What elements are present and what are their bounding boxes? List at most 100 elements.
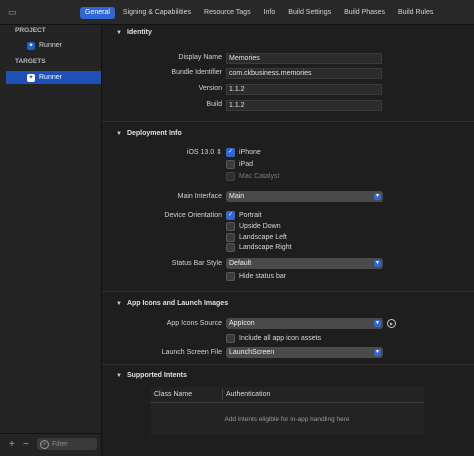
empty-table-message: Add intents eligible for in-app handling… (224, 416, 350, 423)
chevron-down-icon[interactable]: ▼ (116, 301, 122, 307)
intents-table[interactable]: Class Name Authentication Add intents el… (150, 387, 424, 435)
checkbox-label: Upside Down (239, 222, 281, 230)
checkbox-box[interactable] (226, 221, 235, 231)
identity-section-header[interactable]: ▼ Identity (116, 29, 152, 36)
toolbar: ▭ General Signing & Capabilities Resourc… (0, 0, 474, 25)
sidebar-toggle-icon[interactable]: ▭ (8, 7, 18, 17)
device-iphone-checkbox[interactable]: ✓ iPhone (226, 147, 261, 157)
tab-build-settings[interactable]: Build Settings (283, 7, 336, 19)
chevron-down-icon: ▼ (374, 349, 381, 356)
checkbox-box[interactable] (226, 232, 235, 242)
filter-icon: ≡ (40, 439, 49, 449)
checkbox-label: Portrait (239, 211, 262, 219)
xcode-project-icon: ✦ (27, 41, 35, 50)
column-separator (222, 389, 223, 400)
go-to-asset-icon[interactable]: ▶ (387, 319, 396, 328)
sidebar-item-target-runner[interactable]: ✦ Runner (6, 71, 101, 84)
popup-value: Default (229, 260, 252, 267)
tab-build-rules[interactable]: Build Rules (393, 7, 438, 19)
tab-general[interactable]: General (80, 7, 115, 19)
version-field[interactable]: 1.1.2 (226, 84, 382, 95)
column-header-authentication[interactable]: Authentication (226, 391, 270, 398)
device-mac-catalyst-checkbox: Mac Catalyst (226, 171, 279, 181)
stepper-arrows-icon: ⇕ (216, 149, 222, 156)
sidebar-item-project-runner[interactable]: ✦ Runner (6, 39, 101, 52)
tab-signing-capabilities[interactable]: Signing & Capabilities (118, 7, 196, 19)
app-target-icon: ✦ (27, 73, 35, 82)
chevron-down-icon[interactable]: ▼ (116, 373, 122, 379)
sidebar-item-label: Runner (39, 74, 62, 81)
orientation-landscape-right-checkbox[interactable]: Landscape Right (226, 242, 292, 252)
status-bar-style-popup[interactable]: Default ▼ (226, 258, 383, 269)
chevron-down-icon[interactable]: ▼ (116, 30, 122, 36)
checkbox-label: Mac Catalyst (239, 172, 280, 180)
include-all-icons-checkbox[interactable]: Include all app icon assets (226, 333, 321, 343)
checkbox-box[interactable] (226, 242, 235, 252)
chevron-down-icon: ▼ (374, 320, 381, 327)
orientation-upside-down-checkbox[interactable]: Upside Down (226, 221, 281, 231)
targets-header: TARGETS (15, 58, 46, 65)
checkbox-label: Include all app icon assets (239, 334, 322, 342)
ios-version-selector[interactable]: iOS 13.0 ⇕ (187, 148, 222, 156)
general-settings-pane: ▼ Identity Display Name Memories Bundle … (102, 25, 474, 456)
display-name-label: Display Name (178, 54, 222, 61)
orientation-portrait-checkbox[interactable]: ✓ Portrait (226, 210, 262, 220)
tab-info[interactable]: Info (259, 7, 281, 19)
launch-screen-label: Launch Screen File (161, 349, 222, 356)
main-interface-label: Main Interface (177, 193, 222, 200)
section-divider (102, 364, 474, 365)
bundle-identifier-field[interactable]: com.ckbusiness.memories (226, 68, 382, 79)
project-sidebar: PROJECT ✦ Runner TARGETS ✦ Runner + − ≡ (0, 25, 102, 456)
filter-input[interactable] (52, 440, 96, 448)
build-label: Build (206, 101, 222, 108)
popup-value: AppIcon (229, 320, 255, 327)
sidebar-item-label: Runner (39, 42, 62, 49)
checkbox-box[interactable] (226, 159, 235, 169)
remove-target-button[interactable]: − (23, 439, 29, 451)
section-title: App Icons and Launch Images (126, 300, 229, 307)
chevron-down-icon: ▼ (374, 260, 381, 267)
build-field[interactable]: 1.1.2 (226, 100, 382, 111)
tab-build-phases[interactable]: Build Phases (339, 7, 390, 19)
chevron-down-icon[interactable]: ▼ (116, 131, 122, 137)
filter-field[interactable]: ≡ (37, 438, 97, 450)
popup-value: LaunchScreen (229, 349, 275, 356)
bundle-identifier-label: Bundle Identifier (171, 69, 222, 76)
deployment-section-header[interactable]: ▼ Deployment Info (116, 130, 182, 137)
version-label: Version (198, 85, 222, 92)
column-header-class-name[interactable]: Class Name (154, 391, 192, 398)
tab-resource-tags[interactable]: Resource Tags (199, 7, 256, 19)
checkbox-label: iPhone (239, 148, 261, 156)
checkbox-box[interactable] (226, 271, 235, 281)
section-divider (102, 121, 474, 122)
display-name-field[interactable]: Memories (226, 53, 382, 64)
section-title: Identity (126, 29, 152, 36)
project-header: PROJECT (15, 27, 46, 34)
hide-status-bar-checkbox[interactable]: Hide status bar (226, 271, 286, 281)
editor-tabs: General Signing & Capabilities Resource … (80, 7, 438, 19)
checkbox-label: Hide status bar (239, 272, 287, 280)
intents-section-header[interactable]: ▼ Supported Intents (116, 372, 187, 379)
checkbox-label: Landscape Right (239, 243, 292, 251)
app-icons-source-popup[interactable]: AppIcon ▼ (226, 318, 383, 329)
section-divider (102, 291, 474, 292)
checkmark-icon[interactable]: ✓ (226, 210, 235, 220)
ios-version-value: iOS 13.0 (186, 149, 215, 156)
popup-value: Main (229, 193, 245, 200)
device-ipad-checkbox[interactable]: iPad (226, 159, 253, 169)
checkmark-icon[interactable]: ✓ (226, 147, 235, 157)
header-divider (150, 402, 424, 403)
checkbox-box (226, 171, 235, 181)
launch-screen-popup[interactable]: LaunchScreen ▼ (226, 347, 383, 358)
device-orientation-label: Device Orientation (164, 212, 222, 219)
orientation-landscape-left-checkbox[interactable]: Landscape Left (226, 232, 287, 242)
status-bar-style-label: Status Bar Style (171, 260, 222, 267)
section-title: Deployment Info (126, 130, 182, 137)
app-icons-source-label: App Icons Source (166, 320, 222, 327)
add-target-button[interactable]: + (9, 439, 15, 451)
main-interface-popup[interactable]: Main ▼ (226, 191, 383, 202)
checkbox-label: iPad (239, 160, 254, 168)
checkbox-box[interactable] (226, 333, 235, 343)
section-title: Supported Intents (126, 372, 187, 379)
app-icons-section-header[interactable]: ▼ App Icons and Launch Images (116, 300, 228, 307)
